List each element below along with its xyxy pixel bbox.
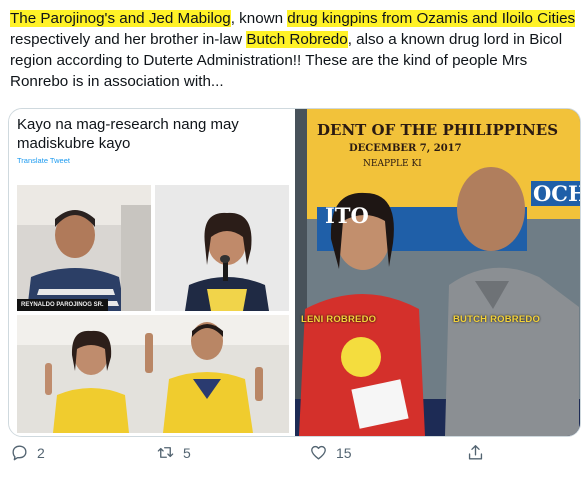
parojinog-photo-art bbox=[17, 185, 151, 311]
post-text-segment-4: respectively and her brother in-law bbox=[10, 31, 247, 48]
post-text-segment-3: drug kingpins from Ozamis and Iloilo Cit… bbox=[287, 10, 576, 27]
reply-icon bbox=[12, 445, 27, 461]
robredo-photo-art bbox=[295, 109, 580, 436]
reply-count: 2 bbox=[37, 444, 45, 461]
like-button[interactable]: 15 bbox=[309, 443, 352, 462]
share-button[interactable] bbox=[466, 443, 485, 462]
sign-right: OCH bbox=[531, 181, 580, 206]
tweet-actions: 2 5 15 bbox=[0, 443, 587, 473]
campaign-photo bbox=[17, 315, 289, 433]
media-card[interactable]: Kayo na mag-research nang may madiskubre… bbox=[8, 108, 581, 437]
retweet-icon bbox=[157, 447, 174, 458]
retweet-button[interactable]: 5 bbox=[156, 443, 191, 462]
heart-icon bbox=[311, 445, 326, 460]
woman-microphone-photo-art bbox=[155, 185, 289, 311]
post-text: The Parojinog's and Jed Mabilog, known d… bbox=[10, 8, 580, 92]
robredo-photo[interactable]: DENT OF THE PHILIPPINES DECEMBER 7, 2017… bbox=[295, 109, 580, 436]
like-count: 15 bbox=[336, 444, 352, 461]
translate-tweet-link[interactable]: Translate Tweet bbox=[17, 156, 70, 165]
quoted-tweet-screenshot[interactable]: Kayo na mag-research nang may madiskubre… bbox=[9, 109, 295, 436]
post-text-segment-2: , known bbox=[230, 10, 288, 27]
campaign-photo-art bbox=[17, 315, 289, 433]
post-text-segment-5: Butch Robredo bbox=[246, 31, 348, 48]
post-text-segment-1: The Parojinog's and Jed Mabilog bbox=[10, 10, 231, 27]
retweet-count: 5 bbox=[183, 444, 191, 461]
banner-line-3: NEAPPLE KI bbox=[363, 159, 422, 169]
photo-caption: REYNALDO PAROJINOG SR. bbox=[17, 299, 108, 311]
leni-robredo-label: LENI ROBREDO bbox=[301, 314, 377, 325]
woman-microphone-photo bbox=[155, 185, 289, 311]
reply-button[interactable]: 2 bbox=[10, 443, 45, 462]
quoted-tweet-text: Kayo na mag-research nang may madiskubre… bbox=[17, 116, 239, 152]
parojinog-photo: REYNALDO PAROJINOG SR. bbox=[17, 185, 151, 311]
butch-robredo-label: BUTCH ROBREDO bbox=[453, 314, 541, 325]
banner-line-1: DENT OF THE PHILIPPINES bbox=[317, 121, 559, 139]
share-icon bbox=[468, 445, 483, 460]
banner-line-2: DECEMBER 7, 2017 bbox=[349, 143, 462, 154]
sign-left: ITO bbox=[325, 203, 369, 228]
